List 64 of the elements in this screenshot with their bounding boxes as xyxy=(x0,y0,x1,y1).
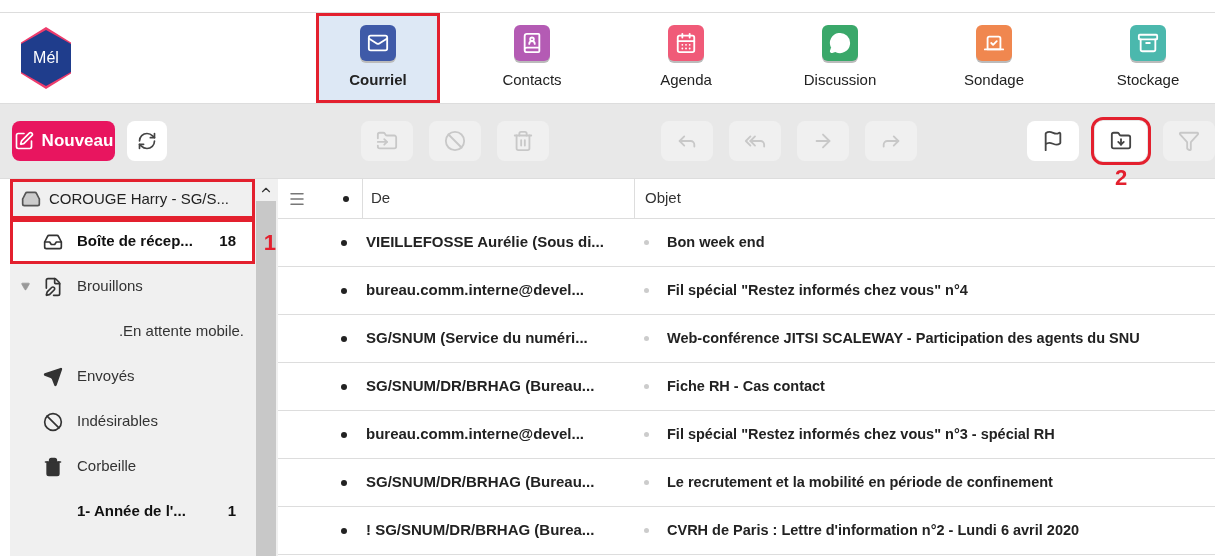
toolbar-button[interactable] xyxy=(1027,121,1079,161)
unread-count: 18 xyxy=(219,231,236,252)
address-book-icon xyxy=(514,24,550,61)
nav-tab[interactable]: Discussion xyxy=(778,13,902,103)
pencil-document-icon xyxy=(43,276,63,297)
block-icon xyxy=(43,411,63,432)
nav-tab[interactable]: Agenda xyxy=(624,13,748,103)
compose-icon xyxy=(13,131,34,151)
sender: ! SG/SNUM/DR/BRHAG (Burea... xyxy=(366,520,596,541)
move-folder-icon xyxy=(376,130,398,152)
nav-tab[interactable]: Contacts xyxy=(470,13,594,103)
sender: SG/SNUM (Service du numéri... xyxy=(366,328,589,349)
subject: Bon week end xyxy=(667,232,765,252)
envelope-icon xyxy=(360,24,396,61)
calendar-icon xyxy=(668,24,704,61)
folder-item[interactable]: 1- Année de l'... 1 xyxy=(10,489,255,534)
refresh-button[interactable] xyxy=(127,121,167,161)
subject: Le recrutement et la mobilité en période de confinement xyxy=(667,472,1053,492)
callout-number: 2 xyxy=(1115,167,1128,189)
paper-plane-icon xyxy=(43,366,63,387)
folder-item[interactable]: Brouillons xyxy=(10,264,255,309)
message-row[interactable]: bureau.comm.interne@devel... Fil spécial "Restez informés chez vous" n°3 - spécial RH xyxy=(278,411,1215,459)
ballot-box-icon xyxy=(976,24,1012,61)
subject: Web-conférence JITSI SCALEWAY - Participation des agents du SNU xyxy=(667,328,1140,348)
folder-item[interactable]: Envoyés xyxy=(10,354,255,399)
filter-icon xyxy=(1178,130,1200,152)
column-header[interactable]: Objet xyxy=(645,187,681,210)
unread-count: 1 xyxy=(227,501,236,522)
message-row[interactable]: SG/SNUM/DR/BRHAG (Bureau... Le recrutement et la mobilité en période de confinement xyxy=(278,459,1215,507)
account-header[interactable]: COROUGE Harry - SG/S... xyxy=(10,179,255,219)
block-icon xyxy=(444,130,466,152)
trash-icon xyxy=(43,456,63,477)
folder-item[interactable]: Corbeille xyxy=(10,444,255,489)
sender: bureau.comm.interne@devel... xyxy=(366,424,586,445)
message-row[interactable]: bureau.comm.interne@devel... Fil spécial "Restez informés chez vous" n°4 xyxy=(278,267,1215,315)
message-row[interactable]: VIEILLEFOSSE Aurélie (Sous di... Bon week end xyxy=(278,219,1215,267)
nav-tab[interactable]: Courriel xyxy=(316,13,440,103)
sender: VIEILLEFOSSE Aurélie (Sous di... xyxy=(366,232,605,253)
message-row[interactable]: SG/SNUM (Service du numéri... Web-conférence JITSI SCALEWAY - Participation des agents du SNU xyxy=(278,315,1215,363)
message-row[interactable]: ! SG/SNUM/DR/BRHAG (Burea... CVRH de Paris : Lettre d'information n°2 - Lundi 6 avril 2020 xyxy=(278,507,1215,555)
subject: Fil spécial "Restez informés chez vous" n°3 - spécial RH xyxy=(667,424,1055,444)
expand-caret-icon[interactable] xyxy=(20,282,30,291)
folder-item[interactable]: .En attente mobile. xyxy=(10,309,255,354)
inbox-icon xyxy=(21,189,41,209)
flag-icon xyxy=(1042,130,1064,152)
subject: CVRH de Paris : Lettre d'information n°2 - Lundi 6 avril 2020 xyxy=(667,520,1080,540)
archive-box-icon xyxy=(1130,24,1166,61)
logo[interactable]: Mél xyxy=(21,27,71,89)
folder-download-icon xyxy=(1110,130,1132,152)
callout-number: 1 xyxy=(263,229,276,257)
subject: Fiche RH - Cas contact xyxy=(667,376,825,396)
speech-bubble-icon xyxy=(822,24,858,61)
nav-tab[interactable]: Stockage xyxy=(1086,13,1210,103)
sender: SG/SNUM/DR/BRHAG (Bureau... xyxy=(366,472,596,493)
subject: Fil spécial "Restez informés chez vous" n°4 xyxy=(667,280,968,300)
new-message-button[interactable]: Nouveau xyxy=(12,121,115,161)
sender: bureau.comm.interne@devel... xyxy=(366,280,586,301)
nav-tab[interactable]: Sondage xyxy=(932,13,1056,103)
column-header[interactable]: De xyxy=(371,187,391,210)
trash-icon xyxy=(512,130,534,152)
refresh-icon xyxy=(137,131,157,151)
sender: SG/SNUM/DR/BRHAG (Bureau... xyxy=(366,376,596,397)
folder-item[interactable]: Indésirables xyxy=(10,399,255,444)
message-row[interactable]: SG/SNUM/DR/BRHAG (Bureau... Fiche RH - Cas contact xyxy=(278,363,1215,411)
